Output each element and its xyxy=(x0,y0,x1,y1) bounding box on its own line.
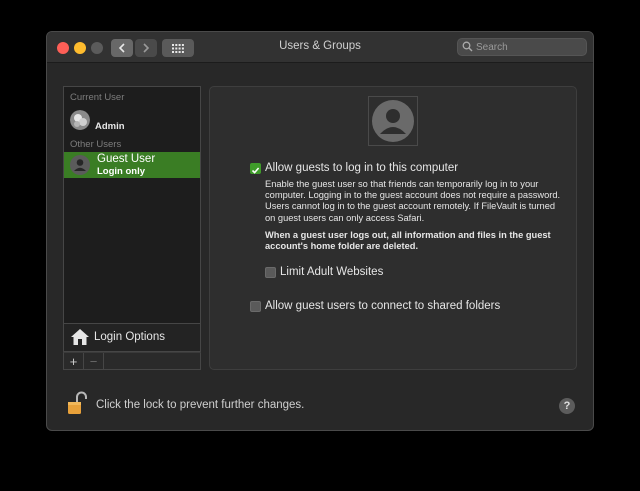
user-subtitle: Login only xyxy=(97,166,146,177)
search-input[interactable] xyxy=(476,40,581,54)
users-groups-window: Users & Groups Current User Admin Other … xyxy=(46,31,594,431)
search-icon xyxy=(462,41,473,52)
add-user-button[interactable]: + xyxy=(64,353,84,369)
guest-avatar[interactable] xyxy=(368,96,418,146)
add-remove-bar: + − xyxy=(63,352,201,370)
remove-user-button[interactable]: − xyxy=(84,353,104,369)
allow-guests-label[interactable]: Allow guests to log in to this computer xyxy=(265,162,458,174)
guest-description: Enable the guest user so that friends ca… xyxy=(265,179,561,223)
user-row-guest[interactable]: Guest User Login only xyxy=(64,152,200,178)
user-name: Guest User xyxy=(97,153,156,165)
person-icon xyxy=(372,100,414,142)
shared-folders-label[interactable]: Allow guest users to connect to shared f… xyxy=(265,300,500,312)
login-options-label: Login Options xyxy=(94,331,165,343)
avatar xyxy=(70,155,90,175)
user-row-admin[interactable]: Admin xyxy=(64,107,200,133)
guest-warning: When a guest user logs out, all informat… xyxy=(265,230,551,252)
user-name: Admin xyxy=(95,121,125,132)
login-options-item[interactable]: Login Options xyxy=(63,324,201,352)
help-button[interactable]: ? xyxy=(559,398,575,414)
house-icon xyxy=(71,329,89,345)
shared-folders-checkbox[interactable] xyxy=(250,301,261,312)
avatar-photo-icon xyxy=(70,110,90,130)
lock-message: Click the lock to prevent further change… xyxy=(96,399,305,411)
avatar xyxy=(70,110,90,130)
guest-detail-panel: Allow guests to log in to this computer … xyxy=(209,86,577,370)
limit-adult-websites-checkbox[interactable] xyxy=(265,267,276,278)
person-icon xyxy=(74,159,86,171)
search-field[interactable] xyxy=(457,38,587,56)
allow-guests-checkbox[interactable] xyxy=(250,163,261,174)
current-user-header: Current User xyxy=(70,92,125,103)
other-users-header: Other Users xyxy=(70,139,122,150)
user-list: Current User Admin Other Users Guest Use… xyxy=(63,86,201,324)
checkmark-icon xyxy=(251,167,260,174)
title-bar: Users & Groups xyxy=(47,32,593,63)
lock-icon[interactable] xyxy=(67,391,87,415)
limit-adult-websites-label[interactable]: Limit Adult Websites xyxy=(280,266,383,278)
